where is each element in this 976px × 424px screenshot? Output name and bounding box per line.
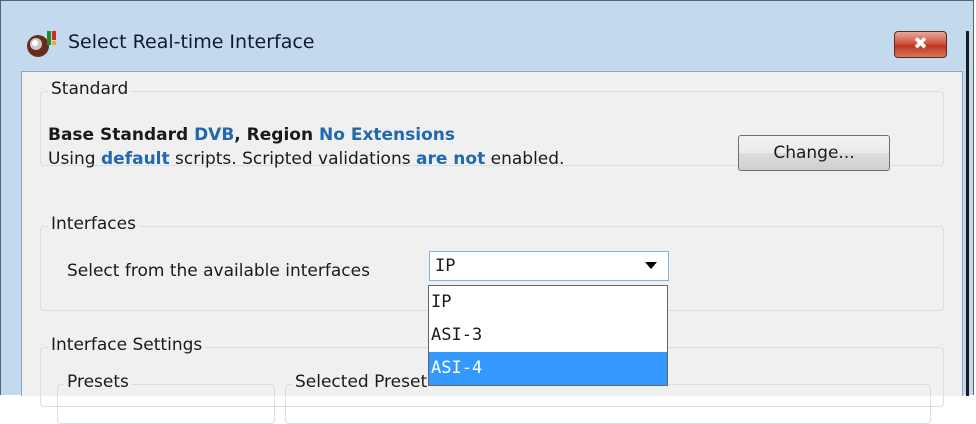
standard-group: Standard Base Standard DVB, Region No Ex… (40, 79, 944, 171)
region-prefix: , Region (234, 125, 314, 145)
close-icon: ✖ (913, 34, 928, 54)
base-standard-line: Base Standard DVB, Region No Extensions (48, 125, 455, 145)
selected-preset-group: Selected Preset (285, 372, 931, 424)
presets-label: Presets (64, 372, 132, 392)
scripts-suffix: enabled. (490, 149, 565, 169)
dropdown-option-asi-4[interactable]: ASI-4 (429, 352, 667, 385)
presets-group: Presets (57, 372, 275, 424)
scripts-value: default (101, 149, 170, 169)
standard-group-label: Standard (48, 79, 132, 99)
region-value: No Extensions (319, 125, 456, 145)
window-title: Select Real-time Interface (68, 31, 315, 53)
dropdown-option-asi-3[interactable]: ASI-3 (429, 319, 667, 352)
select-interface-label: Select from the available interfaces (67, 261, 370, 281)
scripts-middle: scripts. Scripted validations (175, 149, 411, 169)
background-window-edge (966, 31, 969, 396)
interface-combobox[interactable]: IP (429, 251, 669, 281)
base-standard-prefix: Base Standard (48, 125, 189, 145)
interfaces-group-label: Interfaces (48, 214, 139, 234)
change-button[interactable]: Change... (738, 135, 890, 171)
selected-preset-label: Selected Preset (292, 372, 431, 392)
chevron-down-icon[interactable] (645, 262, 657, 269)
validation-value: are not (416, 149, 486, 169)
interface-settings-label: Interface Settings (48, 335, 206, 355)
base-standard-value: DVB (194, 125, 235, 145)
combobox-value: IP (435, 256, 456, 276)
close-button[interactable]: ✖ (894, 31, 947, 58)
dropdown-option-ip[interactable]: IP (429, 286, 667, 319)
interface-dropdown-list[interactable]: IP ASI-3 ASI-4 (428, 285, 668, 386)
dialog-window: Select Real-time Interface ✖ Standard Ba… (0, 0, 974, 424)
scripts-line: Using default scripts. Scripted validati… (48, 149, 564, 169)
app-icon (27, 31, 56, 57)
scripts-prefix: Using (48, 149, 96, 169)
